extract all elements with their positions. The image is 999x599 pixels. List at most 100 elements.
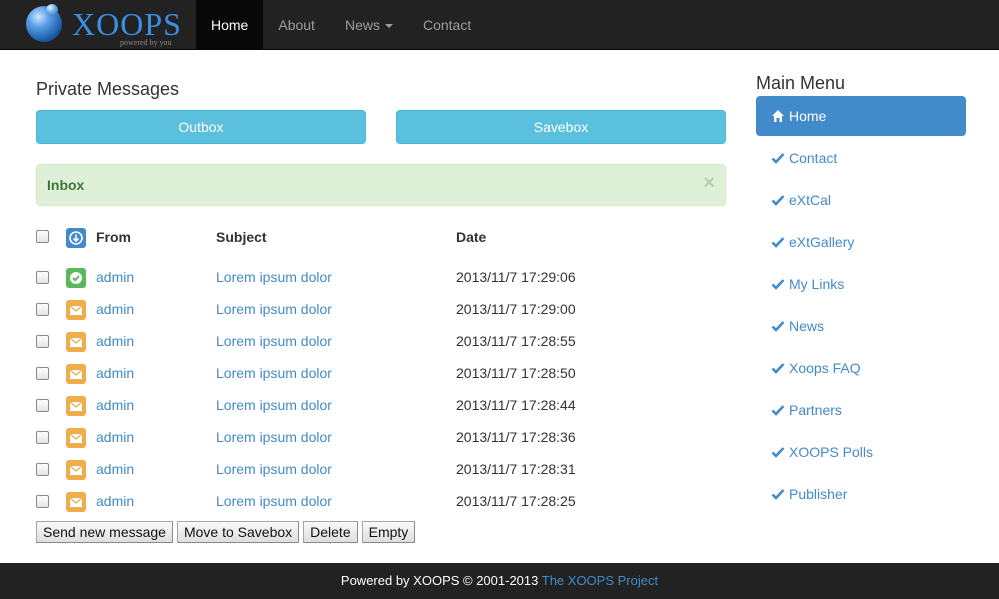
- message-subject[interactable]: Lorem ipsum dolor: [216, 493, 332, 509]
- download-arrow-icon: [66, 228, 86, 248]
- sidebar-item-extcal[interactable]: eXtCal: [756, 180, 966, 220]
- message-row: admin Lorem ipsum dolor 2013/11/7 17:28:…: [0, 328, 740, 360]
- message-subject[interactable]: Lorem ipsum dolor: [216, 333, 332, 349]
- envelope-icon: [66, 396, 86, 416]
- empty-button[interactable]: Empty: [361, 521, 416, 543]
- nav-news-label: News: [344, 17, 380, 33]
- sidebar-item-xoops-polls[interactable]: XOOPS Polls: [756, 432, 966, 472]
- sidebar-item-label: News: [789, 318, 825, 334]
- inbox-alert: Inbox ×: [36, 164, 726, 206]
- sidebar-item-home[interactable]: Home: [756, 96, 966, 136]
- move-to-savebox-button[interactable]: Move to Savebox: [176, 521, 300, 543]
- message-subject[interactable]: Lorem ipsum dolor: [216, 269, 332, 285]
- footer-text: Powered by XOOPS © 2001-2013: [340, 573, 542, 588]
- message-row: admin Lorem ipsum dolor 2013/11/7 17:28:…: [0, 360, 740, 392]
- message-row: admin Lorem ipsum dolor 2013/11/7 17:28:…: [0, 456, 740, 488]
- row-checkbox[interactable]: [36, 399, 49, 412]
- message-date: 2013/11/7 17:29:06: [456, 269, 576, 285]
- message-from[interactable]: admin: [96, 269, 134, 285]
- main-menu: Home Contact eXtCal eXtGallery My Links …: [756, 96, 966, 516]
- message-subject[interactable]: Lorem ipsum dolor: [216, 397, 332, 413]
- sidebar-item-label: eXtGallery: [789, 234, 855, 250]
- sidebar-item-label: Publisher: [789, 486, 848, 502]
- brand-logo[interactable]: XOOPS powered by you: [24, 4, 184, 47]
- message-from[interactable]: admin: [96, 365, 134, 381]
- message-row: admin Lorem ipsum dolor 2013/11/7 17:29:…: [0, 296, 740, 328]
- delete-button[interactable]: Delete: [303, 521, 358, 543]
- row-checkbox[interactable]: [36, 271, 49, 284]
- nav-about[interactable]: About: [263, 0, 330, 50]
- nav-contact[interactable]: Contact: [408, 0, 486, 50]
- envelope-icon: [66, 364, 86, 384]
- caret-down-icon: [384, 24, 393, 29]
- message-from[interactable]: admin: [96, 493, 134, 509]
- sidebar-item-my-links[interactable]: My Links: [756, 264, 966, 304]
- message-date: 2013/11/7 17:28:36: [456, 429, 576, 445]
- envelope-icon: [66, 332, 86, 352]
- read-check-icon: [66, 268, 86, 288]
- check-icon: [771, 195, 785, 206]
- select-all-checkbox[interactable]: [36, 230, 49, 243]
- row-checkbox[interactable]: [36, 303, 49, 316]
- brand-name: XOOPS: [72, 6, 182, 42]
- message-row: admin Lorem ipsum dolor 2013/11/7 17:28:…: [0, 488, 740, 520]
- message-from[interactable]: admin: [96, 333, 134, 349]
- footer-link[interactable]: The XOOPS Project: [542, 573, 658, 588]
- message-row: admin Lorem ipsum dolor 2013/11/7 17:29:…: [0, 264, 740, 296]
- sidebar-item-label: eXtCal: [789, 192, 832, 208]
- message-date: 2013/11/7 17:28:44: [456, 397, 576, 413]
- check-icon: [771, 153, 785, 164]
- column-from[interactable]: From: [96, 229, 131, 245]
- check-icon: [771, 447, 785, 458]
- message-subject[interactable]: Lorem ipsum dolor: [216, 429, 332, 445]
- brand-tagline: powered by you: [120, 38, 172, 47]
- sidebar-item-label: Partners: [789, 402, 842, 418]
- home-icon: [772, 110, 784, 122]
- message-from[interactable]: admin: [96, 301, 134, 317]
- savebox-button[interactable]: Savebox: [396, 110, 726, 144]
- envelope-icon: [66, 492, 86, 512]
- message-date: 2013/11/7 17:28:50: [456, 365, 576, 381]
- sidebar-item-label: Contact: [789, 150, 838, 166]
- sidebar-item-partners[interactable]: Partners: [756, 390, 966, 430]
- row-checkbox[interactable]: [36, 431, 49, 444]
- sidebar-item-contact[interactable]: Contact: [756, 138, 966, 178]
- message-subject[interactable]: Lorem ipsum dolor: [216, 461, 332, 477]
- top-navbar: XOOPS powered by you Home About News Con…: [0, 0, 999, 50]
- message-from[interactable]: admin: [96, 397, 134, 413]
- sidebar-item-news[interactable]: News: [756, 306, 966, 346]
- row-checkbox[interactable]: [36, 495, 49, 508]
- message-subject[interactable]: Lorem ipsum dolor: [216, 365, 332, 381]
- message-date: 2013/11/7 17:28:31: [456, 461, 576, 477]
- message-row: admin Lorem ipsum dolor 2013/11/7 17:28:…: [0, 424, 740, 456]
- sidebar-item-label: Xoops FAQ: [789, 360, 861, 376]
- check-icon: [771, 405, 785, 416]
- sidebar-item-xoops-faq[interactable]: Xoops FAQ: [756, 348, 966, 388]
- row-checkbox[interactable]: [36, 463, 49, 476]
- envelope-icon: [66, 428, 86, 448]
- column-subject[interactable]: Subject: [216, 229, 267, 245]
- column-date[interactable]: Date: [456, 229, 486, 245]
- footer: Powered by XOOPS © 2001-2013 The XOOPS P…: [0, 563, 999, 599]
- sidebar-item-extgallery[interactable]: eXtGallery: [756, 222, 966, 262]
- check-icon: [771, 363, 785, 374]
- row-checkbox[interactable]: [36, 367, 49, 380]
- check-icon: [771, 489, 785, 500]
- message-from[interactable]: admin: [96, 429, 134, 445]
- check-icon: [771, 237, 785, 248]
- message-date: 2013/11/7 17:29:00: [456, 301, 576, 317]
- row-checkbox[interactable]: [36, 335, 49, 348]
- send-new-message-button[interactable]: Send new message: [36, 521, 173, 543]
- sidebar-item-publisher[interactable]: Publisher: [756, 474, 966, 514]
- nav-home[interactable]: Home: [196, 0, 264, 50]
- message-from[interactable]: admin: [96, 461, 134, 477]
- envelope-icon: [66, 460, 86, 480]
- check-icon: [771, 321, 785, 332]
- check-icon: [771, 279, 785, 290]
- envelope-icon: [66, 300, 86, 320]
- nav-news-dropdown[interactable]: News: [330, 0, 408, 50]
- close-icon[interactable]: ×: [703, 173, 715, 193]
- message-subject[interactable]: Lorem ipsum dolor: [216, 301, 332, 317]
- message-actions: Send new message Move to Savebox Delete …: [36, 521, 416, 543]
- outbox-button[interactable]: Outbox: [36, 110, 366, 144]
